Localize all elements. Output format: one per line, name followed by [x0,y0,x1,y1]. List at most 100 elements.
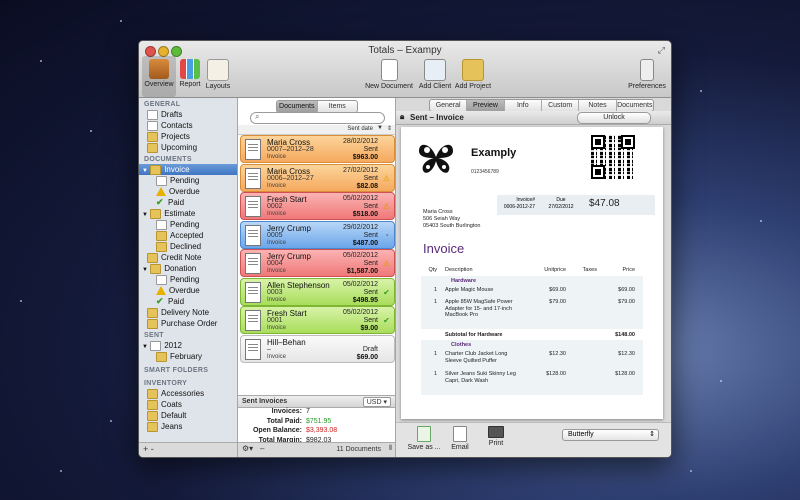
new-document-label: New Document [365,83,413,90]
document-card[interactable]: Allen Stephenson 0003 Invoice 05/02/2012 Sen… [240,277,395,306]
card-document-type: Invoice [267,154,287,160]
sort-direction-icon[interactable]: ▼ [377,125,383,131]
layouts-button[interactable]: Layouts [201,59,235,90]
card-document-type: Invoice [267,268,287,274]
sidebar-item-contacts[interactable]: Contacts [139,120,237,131]
sidebar-item-invoice[interactable]: ▼ Invoice [139,164,237,175]
search-input[interactable]: ⌕ [250,112,385,124]
layout-select[interactable]: Butterfly ⇕ [562,429,659,441]
tab-documents[interactable]: Documents [277,101,318,112]
subtotal-value: $148.00 [615,332,635,338]
sidebar-item-donation[interactable]: ▼ Donation [139,263,237,274]
save-as-button[interactable]: Save as ... [406,426,442,451]
document-card[interactable]: Jerry Crump 0004 Invoice 05/02/2012 Sent $1,5… [240,249,395,277]
folder-icon [150,164,162,175]
card-document-number: 0002 [267,203,283,210]
sidebar-item-credit-note[interactable]: Credit Note [139,252,237,263]
currency-select[interactable]: USD ▾ [362,397,391,407]
tab-documents[interactable]: Documents [617,100,653,111]
minus-icon[interactable]: – [260,444,264,453]
print-button[interactable]: Print [478,426,514,447]
row-unitprice: $79.00 [549,299,566,305]
switch-icon [640,59,654,81]
card-amount: $1,587.00 [346,268,378,275]
sidebar-item-donation-overdue[interactable]: Overdue [139,285,237,296]
email-button[interactable]: Email [442,426,478,451]
lock-title: Sent – Invoice [410,113,464,122]
sidebar-item-estimate-accepted[interactable]: Accepted [139,230,237,241]
sidebar-item-jeans[interactable]: Jeans [139,421,237,432]
document-card[interactable]: Maria Cross 0007–2012–28 Invoice 28/02/2012… [240,135,395,163]
add-project-button[interactable]: Add Project [453,59,493,90]
unlock-button[interactable]: Unlock [577,112,651,124]
tab-custom[interactable]: Custom [542,100,580,111]
cabinet-icon [149,59,169,79]
disclosure-triangle-icon[interactable]: ▼ [142,344,148,350]
sidebar-item-coats[interactable]: Coats [139,399,237,410]
sidebar-item-label: Upcoming [161,143,198,152]
card-amount: $9.00 [360,325,378,332]
sidebar-item-purchase-order[interactable]: Purchase Order [139,318,237,329]
sidebar-item-donation-paid[interactable]: ✔ Paid [139,296,237,307]
warning-icon: ⚠ [382,259,391,268]
sort-bar: Sent date ▼ ⇕ [238,125,395,135]
folder-icon [147,131,158,142]
document-card[interactable]: Maria Cross 0006–2012–27 Invoice 27/02/2012… [240,163,395,192]
sidebar-item-label: Drafts [161,110,183,119]
document-card[interactable]: Fresh Start 0001 Invoice 05/02/2012 Sent $9.0… [240,306,395,334]
sidebar-item-label: Projects [161,132,190,141]
disclosure-triangle-icon[interactable]: ▼ [142,212,148,218]
stepper-icon[interactable]: ⇕ [387,125,392,132]
card-date: 05/02/2012 [342,195,378,202]
folder-icon [147,252,158,263]
add-client-button[interactable]: Add Client [415,59,455,90]
document-card[interactable]: Hill–Behan – Invoice Draft $69.00 [240,334,395,363]
pending-icon [156,175,167,186]
sidebar-item-accessories[interactable]: Accessories [139,388,237,399]
sidebar-item-donation-pending[interactable]: Pending [139,274,237,285]
sidebar-item-invoice-paid[interactable]: ✔ Paid [139,197,237,208]
tab-info[interactable]: Info [505,100,542,111]
sidebar-item-invoice-pending[interactable]: Pending [139,175,237,186]
folder-icon [147,410,158,421]
sidebar-item-february[interactable]: February [139,351,237,362]
disclosure-triangle-icon[interactable]: ▼ [142,168,148,174]
sidebar-item-estimate-declined[interactable]: Declined [139,241,237,252]
sidebar-item-estimate-pending[interactable]: Pending [139,219,237,230]
sidebar-item-invoice-overdue[interactable]: Overdue [139,186,237,197]
new-document-button[interactable]: New Document [365,59,413,90]
sidebar-item-upcoming[interactable]: Upcoming [139,142,237,153]
sort-label[interactable]: Sent date [347,126,373,132]
document-thumbnail-icon [245,253,261,274]
add-remove-button[interactable]: + - [143,444,154,454]
tab-notes[interactable]: Notes [579,100,617,111]
lock-bar: 🔒︎ Sent – Invoice Unlock [396,111,671,125]
sidebar-item-delivery-note[interactable]: Delivery Note [139,307,237,318]
document-card[interactable]: Jerry Crump 0005 Invoice 29/02/2012 Sent $487… [240,220,395,249]
disclosure-triangle-icon[interactable]: ▼ [142,267,148,273]
gear-icon[interactable]: ⚙▾ [242,444,253,453]
sidebar-item-2012[interactable]: ▼ 2012 [139,340,237,351]
card-amount: $963.00 [352,154,378,161]
overview-button[interactable]: Overview [142,56,176,97]
row-unitprice: $12.30 [549,351,566,357]
client-city: 05403 South Burlington [423,223,481,229]
add-client-label: Add Client [418,83,452,90]
col-price: Price [622,267,635,273]
document-card[interactable]: Fresh Start 0002 Invoice 05/02/2012 Sent $518… [240,192,395,220]
sidebar-item-estimate[interactable]: ▼ Estimate [139,208,237,219]
sidebar-item-default[interactable]: Default [139,410,237,421]
document-thumbnail-icon [245,310,261,331]
fullscreen-icon[interactable]: ⤢ [658,45,665,56]
butterfly-logo-icon [419,144,453,173]
sidebar-item-projects[interactable]: Projects [139,131,237,142]
resize-handle-icon[interactable]: ⦀ [389,445,392,453]
print-label: Print [488,440,504,447]
tab-general[interactable]: General [430,100,468,111]
tab-preview[interactable]: Preview [467,100,505,111]
preferences-button[interactable]: Preferences [627,59,667,90]
client-street: 506 Seiah Way [423,216,461,222]
sidebar-item-drafts[interactable]: Drafts [139,109,237,120]
sidebar-item-label: Donation [164,264,197,273]
tab-items[interactable]: Items [318,101,358,112]
